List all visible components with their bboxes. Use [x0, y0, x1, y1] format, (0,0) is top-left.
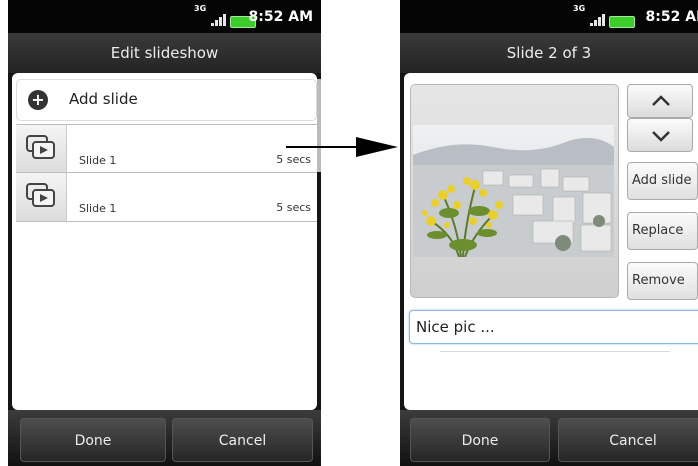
chevron-up-icon — [652, 95, 670, 106]
slide-preview[interactable] — [410, 84, 619, 298]
add-slide-button[interactable]: Add slide — [627, 162, 698, 200]
slide-editor-screen: 3G 8:52 AM Slide 2 of 3 — [400, 0, 698, 466]
status-bar: 3G 8:52 AM — [400, 0, 698, 33]
done-button[interactable]: Done — [410, 418, 550, 462]
signal-icon — [590, 14, 606, 26]
remove-button[interactable]: Remove — [627, 262, 698, 300]
list-item[interactable]: Slide 1 5 secs — [16, 172, 317, 222]
list-item[interactable]: Slide 1 5 secs — [16, 124, 317, 173]
move-up-button[interactable] — [627, 84, 693, 118]
slide-duration: 5 secs — [276, 201, 311, 214]
divider — [440, 351, 670, 352]
clock: 8:52 AM — [645, 9, 698, 25]
plus-icon: + — [28, 90, 48, 110]
slideshow-icon — [26, 135, 55, 159]
replace-button[interactable]: Replace — [627, 212, 698, 250]
battery-icon — [609, 16, 635, 28]
move-down-button[interactable] — [627, 118, 693, 152]
slideshow-icon — [26, 183, 55, 207]
slide-thumbnail — [16, 125, 67, 173]
chevron-down-icon — [652, 131, 670, 142]
network-3g-icon: 3G — [573, 4, 586, 13]
caption-input[interactable]: Nice pic ... — [409, 310, 698, 344]
add-slide-label: Add slide — [69, 90, 138, 108]
slide-thumbnail — [16, 173, 67, 221]
page-title: Slide 2 of 3 — [400, 33, 698, 73]
status-bar: 3G 8:52 AM — [8, 0, 321, 33]
done-button[interactable]: Done — [20, 418, 166, 462]
signal-icon — [211, 14, 227, 26]
add-slide-button[interactable]: + Add slide — [16, 79, 317, 121]
transition-arrow-icon — [286, 137, 398, 157]
bottom-bar: Done Cancel — [400, 410, 698, 466]
bottom-bar: Done Cancel — [8, 410, 321, 466]
slide-name: Slide 1 — [79, 202, 117, 215]
cancel-button[interactable]: Cancel — [172, 418, 313, 462]
clock: 8:52 AM — [248, 9, 313, 25]
cancel-button[interactable]: Cancel — [558, 418, 698, 462]
edit-slideshow-screen: 3G 8:52 AM Edit slideshow + Add slide Sl… — [8, 0, 321, 466]
network-3g-icon: 3G — [194, 4, 207, 13]
flower-photo — [413, 125, 614, 257]
page-title: Edit slideshow — [8, 33, 321, 73]
slide-name: Slide 1 — [79, 154, 117, 167]
